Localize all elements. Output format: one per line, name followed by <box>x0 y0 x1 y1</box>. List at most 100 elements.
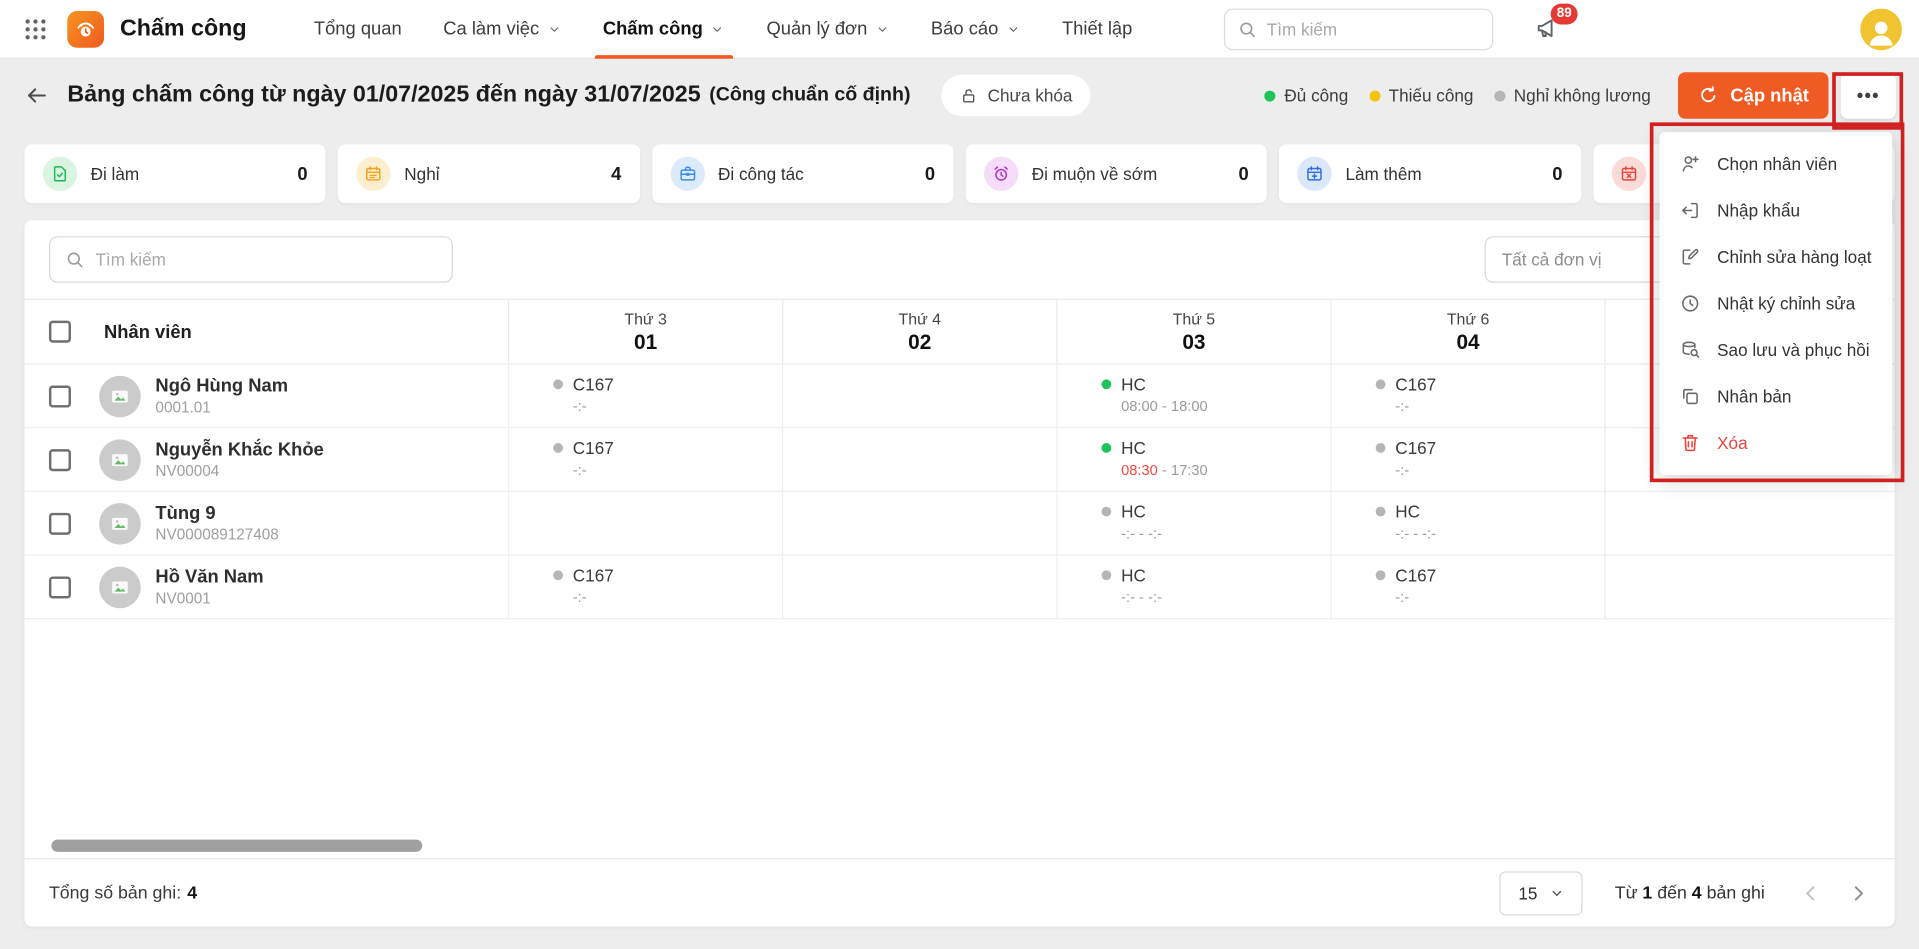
shift-line: HC <box>1102 565 1331 585</box>
select-all-checkbox[interactable] <box>49 321 71 343</box>
page-size-select[interactable]: 15 <box>1500 871 1583 915</box>
status-dot <box>553 443 563 453</box>
global-search-input[interactable] <box>1267 20 1480 40</box>
shift-time: -:- <box>573 398 782 415</box>
shift-line: C167 <box>553 438 782 458</box>
nav-item-3[interactable]: Quản lý đơn <box>746 0 910 58</box>
attendance-cell[interactable] <box>782 556 1056 618</box>
global-search <box>1224 9 1493 51</box>
more-options-menu: Chọn nhân viên Nhập khẩu Chỉnh sửa hàng lo… <box>1660 132 1893 475</box>
next-page-button[interactable] <box>1843 878 1872 907</box>
status-dot <box>553 379 563 389</box>
weekday-label: Thứ 6 <box>1447 309 1489 327</box>
attendance-cell[interactable]: HC -:- - -:- <box>1056 556 1330 618</box>
prev-page-button[interactable] <box>1797 878 1826 907</box>
summary-card-3[interactable]: Đi muộn về sớm0 <box>966 144 1267 203</box>
employee-code: NV0001 <box>155 590 263 607</box>
shift-code: HC <box>1121 502 1146 522</box>
shift-time: -:- - -:- <box>1121 589 1330 606</box>
attendance-cell[interactable]: C167-:- <box>508 428 782 490</box>
nav-item-label: Quản lý đơn <box>766 18 867 39</box>
legend-dot <box>1265 90 1276 101</box>
horizontal-scrollbar-thumb[interactable] <box>51 840 422 852</box>
user-avatar[interactable] <box>1860 9 1902 51</box>
attendance-cell[interactable]: C167-:- <box>1330 365 1604 427</box>
status-dot <box>1102 379 1112 389</box>
chevron-down-icon <box>1550 885 1565 900</box>
summary-card-1[interactable]: Nghỉ4 <box>338 144 639 203</box>
employee-cell: Nguyễn Khắc KhỏeNV00004 <box>24 428 507 490</box>
menu-item-4[interactable]: Sao lưu và phục hồi <box>1660 327 1893 374</box>
attendance-cell[interactable] <box>782 428 1056 490</box>
app-grid-icon[interactable] <box>22 15 49 42</box>
menu-item-2[interactable]: Chỉnh sửa hàng loạt <box>1660 234 1893 281</box>
time-segment: 08:30 <box>1121 461 1158 478</box>
summary-card-2[interactable]: Đi công tác0 <box>652 144 953 203</box>
nav-item-1[interactable]: Ca làm việc <box>422 0 582 58</box>
chevron-down-icon <box>875 21 890 36</box>
more-options-button[interactable]: ••• <box>1841 72 1896 119</box>
back-arrow-icon[interactable] <box>24 83 48 107</box>
shift-time: -:- <box>573 589 782 606</box>
attendance-cell[interactable]: C167 -:- <box>508 556 782 618</box>
record-range-text: Từ 1 đến 4 bản ghi <box>1615 883 1765 903</box>
attendance-cell[interactable] <box>782 492 1056 554</box>
summary-card-4[interactable]: Làm thêm 0 <box>1279 144 1580 203</box>
chevron-down-icon <box>710 21 725 36</box>
row-checkbox[interactable] <box>49 385 71 407</box>
shift-line: HC <box>1102 438 1331 458</box>
nav-item-0[interactable]: Tổng quan <box>293 0 422 58</box>
update-button[interactable]: Cập nhật <box>1678 72 1829 119</box>
legend-dot <box>1369 90 1380 101</box>
time-segment: -:- <box>573 589 587 606</box>
employee-avatar <box>99 502 141 544</box>
nav-item-4[interactable]: Báo cáo <box>910 0 1041 58</box>
summary-card-label: Nghỉ <box>404 164 439 184</box>
lock-status-pill[interactable]: Chưa khóa <box>941 75 1091 117</box>
time-segment: -:- - -:- <box>1121 589 1162 606</box>
nav-item-5[interactable]: Thiết lập <box>1041 0 1153 58</box>
row-checkbox[interactable] <box>49 512 71 534</box>
row-checkbox[interactable] <box>49 449 71 471</box>
table-row: Hồ Văn NamNV0001C167-:-HC-:- - -:-C167-:… <box>24 556 1894 620</box>
attendance-cell[interactable] <box>782 365 1056 427</box>
attendance-cell[interactable]: C167-:- <box>1330 556 1604 618</box>
attendance-cell[interactable] <box>508 492 782 554</box>
menu-item-3[interactable]: Nhật ký chỉnh sửa <box>1660 280 1893 327</box>
summary-card-0[interactable]: Đi làm0 <box>24 144 325 203</box>
notifications-button[interactable]: 89 <box>1535 15 1562 42</box>
table-search-input[interactable] <box>95 250 436 270</box>
menu-item-1[interactable]: Nhập khẩu <box>1660 187 1893 234</box>
app-logo-timekeeping-icon[interactable] <box>67 10 104 47</box>
menu-item-label: Nhập khẩu <box>1717 201 1800 221</box>
chevron-down-icon <box>547 21 562 36</box>
attendance-cell[interactable]: HC-:- - -:- <box>1330 492 1604 554</box>
shift-code: C167 <box>573 565 614 585</box>
timesheet-card: Tất cả đơn vị Nhân viên Thứ 301Thứ 402Th… <box>24 220 1894 926</box>
user-plus-icon <box>1679 153 1701 175</box>
attendance-cell[interactable]: HC08:30 - 17:30 <box>1056 428 1330 490</box>
menu-item-5[interactable]: Nhân bản <box>1660 373 1893 420</box>
table-row: Ngô Hùng Nam0001.01C167-:-HC08:00 - 18:0… <box>24 365 1894 429</box>
employee-cell: Hồ Văn NamNV0001 <box>24 556 507 618</box>
attendance-cell[interactable]: HC08:00 - 18:00 <box>1056 365 1330 427</box>
menu-item-6[interactable]: Xóa <box>1660 420 1893 467</box>
menu-item-label: Nhân bản <box>1717 387 1791 407</box>
menu-item-0[interactable]: Chọn nhân viên <box>1660 141 1893 188</box>
weekday-label: Thứ 5 <box>1173 309 1215 327</box>
attendance-cell[interactable]: C167-:- <box>508 365 782 427</box>
shift-code: HC <box>1121 565 1146 585</box>
summary-card-count: 0 <box>1552 163 1562 184</box>
employee-name: Tùng 9 <box>155 503 278 524</box>
nav-item-label: Tổng quan <box>314 18 402 39</box>
nav-item-2[interactable]: Chấm công <box>582 0 746 58</box>
row-checkbox[interactable] <box>49 576 71 598</box>
attendance-cell[interactable]: C167-:- <box>1330 428 1604 490</box>
day-header-1: Thứ 402 <box>782 300 1056 364</box>
summary-card-label: Làm thêm <box>1345 164 1421 184</box>
chevron-left-icon <box>1799 881 1823 905</box>
employee-info: Tùng 9NV000089127408 <box>155 503 278 544</box>
shift-time: -:- - -:- <box>1395 525 1604 542</box>
unlock-icon <box>959 86 977 104</box>
attendance-cell[interactable]: HC-:- - -:- <box>1056 492 1330 554</box>
